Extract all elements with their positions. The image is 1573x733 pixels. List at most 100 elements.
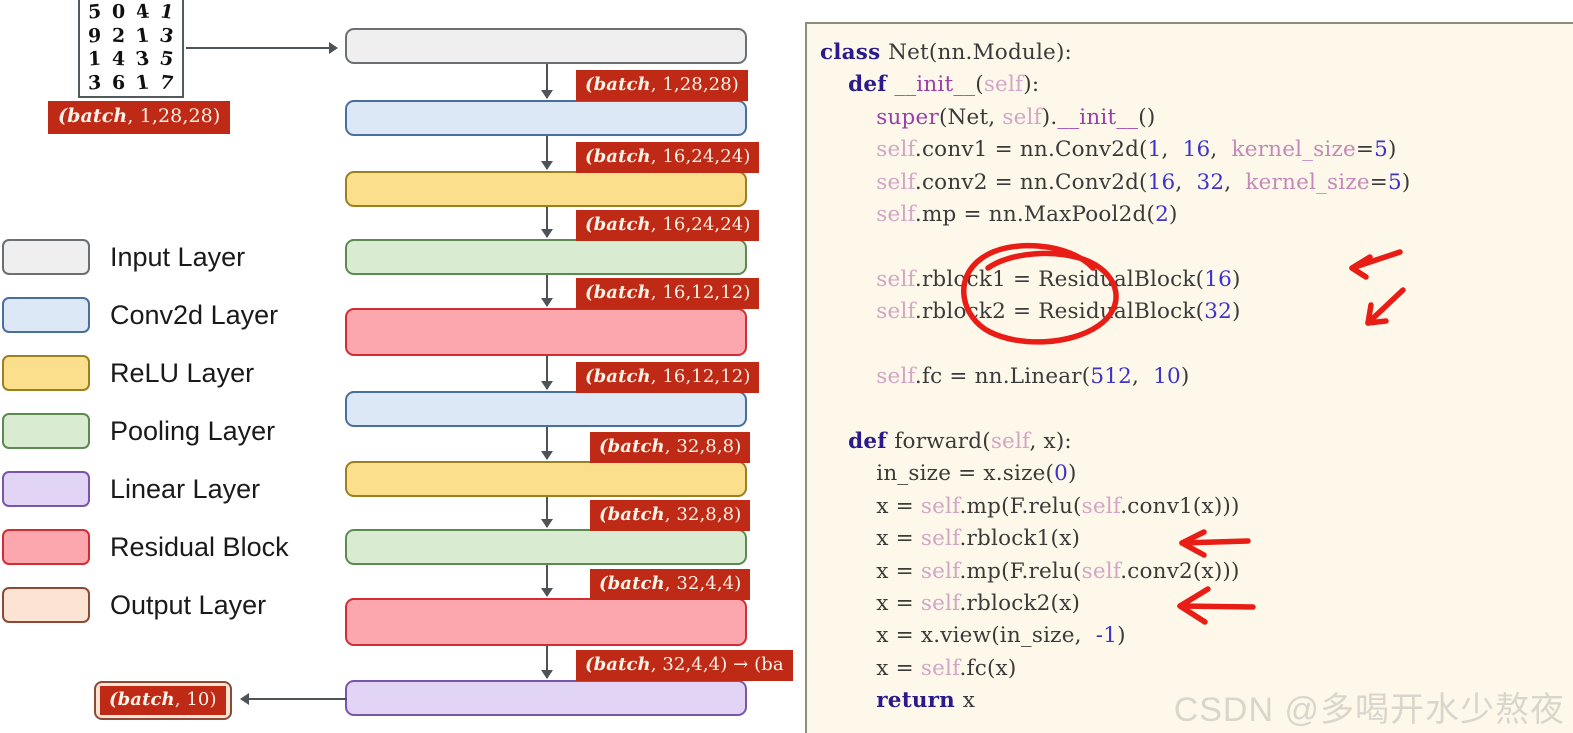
shape-dims: , 16,12,12) bbox=[650, 366, 751, 387]
code-token: 5 bbox=[1374, 137, 1389, 163]
flow-box-relu-1 bbox=[345, 171, 747, 207]
output-shape-tag: (batch, 10) bbox=[100, 686, 226, 715]
legend: Input Layer Conv2d Layer ReLU Layer Pooling… bbox=[2, 228, 289, 634]
shape-dims: , 16,24,24) bbox=[650, 214, 751, 235]
code-token: 16 bbox=[1147, 169, 1176, 195]
shape-after-rblock2: (batch, 32,4,4) → (ba bbox=[576, 650, 793, 681]
legend-label: Input Layer bbox=[110, 241, 246, 272]
code-token: ): bbox=[1023, 72, 1040, 98]
legend-item: Residual Block bbox=[2, 518, 289, 576]
legend-label: Linear Layer bbox=[110, 473, 261, 504]
code-token: .conv1(x))) bbox=[1120, 493, 1240, 519]
code-token: 10 bbox=[1153, 364, 1181, 390]
code-token: 16 bbox=[1182, 137, 1211, 163]
code-token: ) bbox=[1232, 299, 1241, 325]
code-token: in_size = x.size( bbox=[876, 461, 1055, 487]
mnist-digit: 5 bbox=[158, 47, 176, 71]
code-token: self bbox=[876, 137, 915, 163]
flow-box-residual-block-2 bbox=[345, 598, 747, 646]
flow-arrow-icon bbox=[541, 207, 553, 238]
mnist-digit: 7 bbox=[158, 71, 176, 95]
legend-item: Input Layer bbox=[2, 228, 289, 286]
code-token: .rblock2(x) bbox=[959, 590, 1081, 616]
shape-batch-word: (batch bbox=[599, 504, 665, 525]
legend-label: ReLU Layer bbox=[110, 357, 255, 388]
code-token: ) bbox=[1168, 202, 1178, 228]
code-line: x = self.fc(x) bbox=[820, 653, 1573, 685]
mnist-digit: 1 bbox=[158, 0, 176, 24]
code-token: forward bbox=[894, 428, 983, 454]
code-token: self bbox=[983, 72, 1024, 98]
code-token: self bbox=[920, 526, 960, 552]
code-token: 5 bbox=[1388, 169, 1402, 195]
mnist-digit: 3 bbox=[158, 24, 176, 48]
code-token: , x): bbox=[1029, 428, 1072, 454]
code-token: , bbox=[1210, 137, 1232, 163]
code-token: ( bbox=[975, 72, 984, 98]
shape-after-conv1: (batch, 16,24,24) bbox=[576, 142, 760, 173]
shape-after-conv2: (batch, 32,8,8) bbox=[590, 432, 751, 463]
code-token: x = bbox=[876, 493, 921, 519]
mnist-digit: 0 bbox=[112, 0, 126, 24]
shape-batch-word: (batch bbox=[599, 436, 665, 457]
code-token: 512 bbox=[1090, 364, 1132, 390]
shape-batch-word: (batch bbox=[599, 573, 665, 594]
code-token: self bbox=[1081, 558, 1121, 584]
code-line: self.fc = nn.Linear(512, 10) bbox=[820, 361, 1573, 393]
flow-box-conv2d-1 bbox=[345, 100, 747, 136]
code-token: x = x.view(in_size, bbox=[876, 623, 1096, 649]
flow-arrow-icon bbox=[541, 275, 553, 307]
shape-dims: , 32,8,8) bbox=[664, 436, 742, 457]
code-token: (nn.Module): bbox=[928, 40, 1072, 65]
flow-arrow-icon bbox=[541, 64, 553, 99]
mnist-digit: 9 bbox=[88, 24, 102, 48]
code-token: x = bbox=[876, 558, 921, 584]
shape-batch-word: (batch bbox=[585, 654, 651, 675]
code-token: ). bbox=[1041, 104, 1058, 130]
code-token: .conv1 = nn.Conv2d( bbox=[914, 137, 1148, 163]
output-arrow-icon bbox=[240, 693, 347, 705]
code-line: self.rblock1 = ResidualBlock(16) bbox=[820, 264, 1573, 296]
mnist-digit: 4 bbox=[112, 47, 126, 71]
legend-item: Output Layer bbox=[2, 576, 289, 634]
code-token: self bbox=[1002, 104, 1042, 130]
code-line: x = self.mp(F.relu(self.conv1(x))) bbox=[820, 491, 1573, 523]
code-line: in_size = x.size(0) bbox=[820, 458, 1573, 490]
flow-box-input-layer bbox=[345, 28, 747, 64]
mnist-row: 1435 bbox=[83, 47, 179, 71]
code-panel[interactable]: class Net(nn.Module): def __init__(self)… bbox=[805, 22, 1573, 733]
mnist-digit: 1 bbox=[88, 47, 102, 71]
code-line: class Net(nn.Module): bbox=[820, 37, 1573, 69]
diagram-canvas: 5041921314353617 (batch, 1,28,28) Input … bbox=[0, 0, 1573, 733]
flow-arrow-icon bbox=[541, 565, 553, 597]
code-token: .rblock1(x) bbox=[959, 526, 1081, 552]
code-token: super bbox=[876, 104, 939, 130]
legend-item: Conv2d Layer bbox=[2, 286, 289, 344]
code-token: .conv2 = nn.Conv2d( bbox=[914, 169, 1148, 195]
code-token: ) bbox=[1180, 364, 1190, 390]
code-line: x = x.view(in_size, -1) bbox=[820, 620, 1573, 652]
code-token: self bbox=[876, 169, 915, 195]
shape-dims: , 32,8,8) bbox=[664, 504, 742, 525]
code-token: .fc(x) bbox=[959, 655, 1017, 681]
code-token: self bbox=[876, 299, 915, 325]
shape-after-rblock1: (batch, 16,12,12) bbox=[576, 362, 760, 393]
code-token: .conv2(x))) bbox=[1120, 558, 1240, 584]
output-layer-box: (batch, 10) bbox=[94, 681, 232, 720]
shape-batch-word: (batch bbox=[585, 146, 651, 167]
flow-box-residual-block-1 bbox=[345, 308, 747, 356]
source-code[interactable]: class Net(nn.Module): def __init__(self)… bbox=[807, 24, 1573, 718]
code-token: self bbox=[876, 266, 915, 292]
output-shape-dims: , 10) bbox=[174, 689, 217, 710]
